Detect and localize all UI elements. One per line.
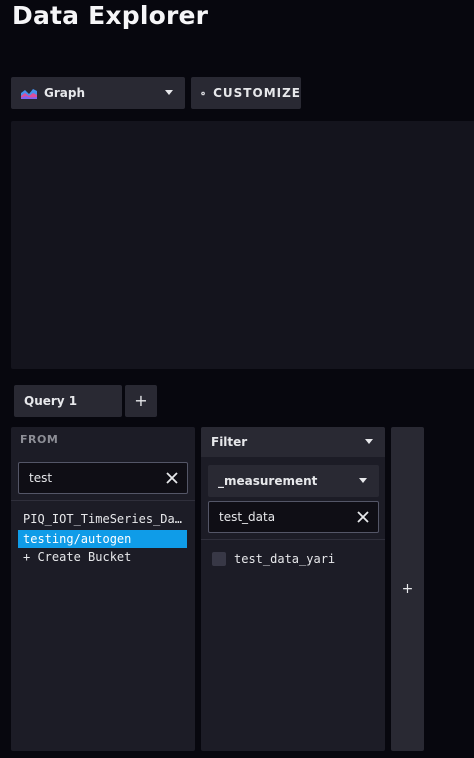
bucket-search-input[interactable]: test [18,462,188,494]
chevron-down-icon [365,439,373,444]
tag-value-label: test_data_yari [234,552,336,566]
create-bucket-button[interactable]: + Create Bucket [18,548,187,566]
tag-key-dropdown[interactable]: _measurement [208,465,379,497]
divider [201,539,385,540]
close-icon[interactable] [356,510,370,524]
add-query-button[interactable]: + [125,385,157,417]
filter-panel: Filter _measurement test_data test_data_… [201,427,385,751]
bucket-item[interactable]: PIQ_IOT_TimeSeries_Data [18,510,187,528]
tag-key-label: _measurement [218,474,318,488]
from-label: FROM [20,433,59,446]
bucket-item-selected[interactable]: testing/autogen [18,530,187,548]
tab-query-1[interactable]: Query 1 [14,385,122,417]
customize-label: CUSTOMIZE [213,86,301,100]
bucket-search-value: test [29,471,53,485]
divider [11,500,195,501]
from-panel: FROM test PIQ_IOT_TimeSeries_Data testin… [11,427,195,751]
checkbox[interactable] [212,552,226,566]
graph-icon [21,89,37,99]
close-icon[interactable] [165,471,179,485]
graph-type-dropdown[interactable]: Graph [11,77,185,109]
chevron-down-icon [359,478,367,483]
gear-icon [201,90,206,96]
graph-type-label: Graph [44,86,85,100]
graph-area [11,121,474,369]
add-filter-button[interactable]: + [391,427,424,751]
customize-button[interactable]: CUSTOMIZE [191,77,301,109]
filter-header-label: Filter [211,435,248,449]
tag-value-search-input[interactable]: test_data [208,501,379,533]
chevron-down-icon [165,90,173,95]
tag-value-search-value: test_data [219,510,276,524]
filter-function-dropdown[interactable]: Filter [201,427,385,457]
page-title: Data Explorer [12,1,209,30]
tag-value-item[interactable]: test_data_yari [212,551,335,567]
